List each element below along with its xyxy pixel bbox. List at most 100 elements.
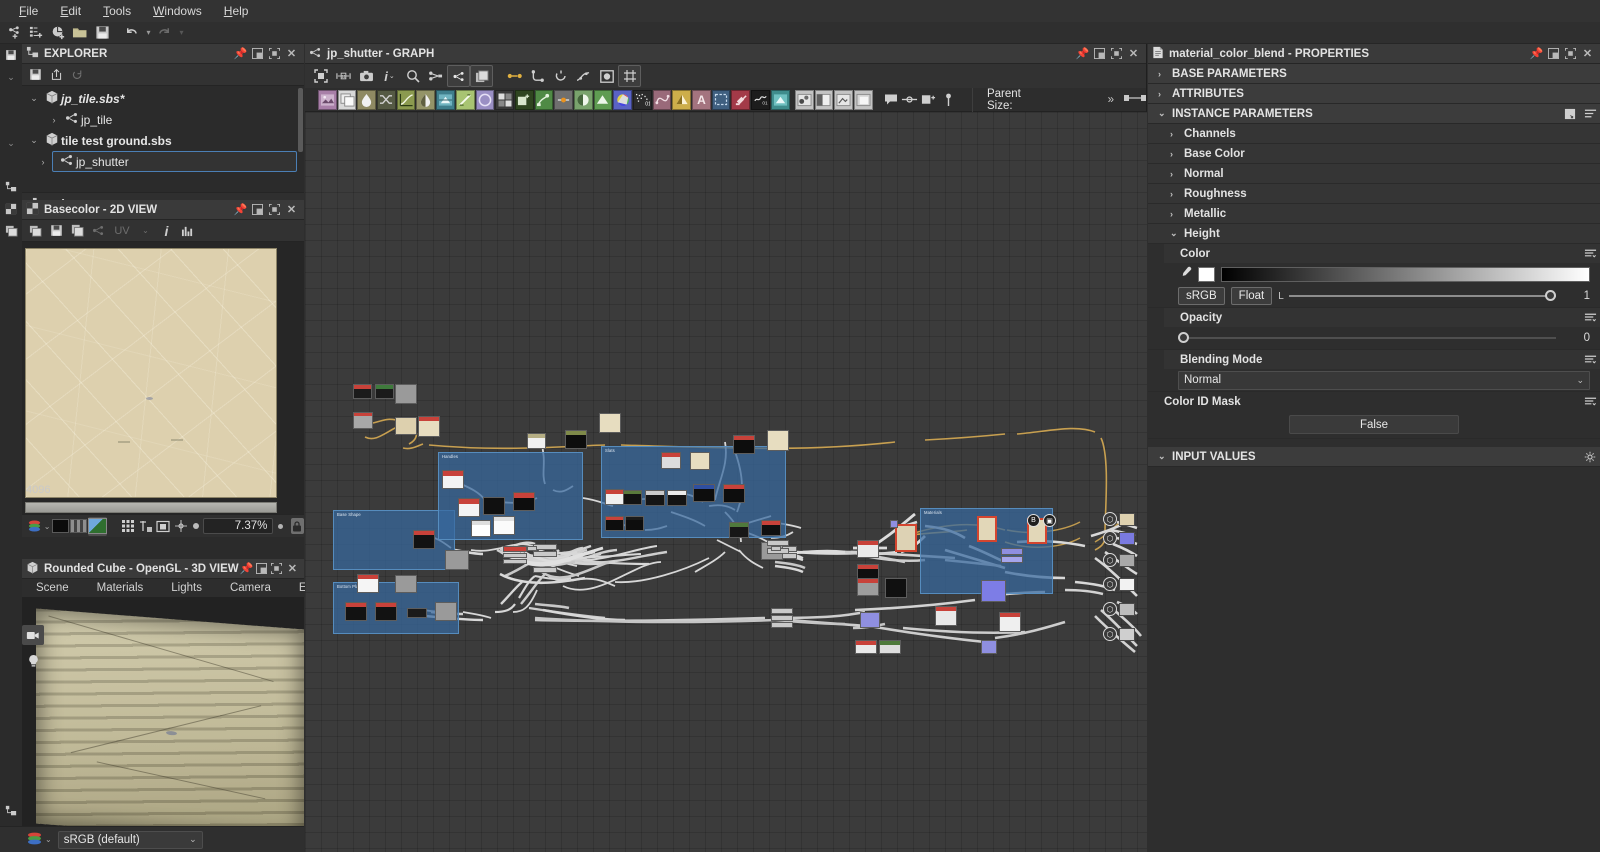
tab-lights[interactable]: Lights [157, 582, 216, 594]
group-roughness[interactable]: › Roughness [1148, 184, 1600, 204]
graph-node[interactable] [483, 497, 505, 515]
rgb-preview-icon[interactable] [88, 517, 107, 536]
maximize-icon[interactable] [266, 46, 283, 62]
color-layers-icon[interactable] [26, 831, 43, 849]
pin-icon[interactable]: 📌 [239, 561, 254, 577]
node-badge-left[interactable]: B [1027, 514, 1040, 527]
luminance-value[interactable]: 1 [1562, 290, 1590, 302]
graph-node[interactable] [605, 516, 624, 531]
copy-view-icon[interactable] [25, 221, 46, 241]
node-badge-right[interactable]: ▣ [1043, 514, 1056, 527]
tile-node-icon[interactable] [495, 90, 514, 110]
graph-node[interactable] [353, 384, 372, 399]
blend-node-icon[interactable] [357, 90, 376, 110]
maximize-icon[interactable] [1108, 46, 1125, 62]
link-graph-icon[interactable] [88, 221, 109, 241]
black-swatch-icon[interactable] [52, 517, 69, 536]
gradient-node-icon[interactable] [456, 90, 475, 110]
preview-icon[interactable] [595, 65, 618, 87]
warp-node-icon[interactable] [554, 90, 573, 110]
graph-node[interactable] [345, 602, 367, 621]
color-gradient-bar[interactable] [1221, 267, 1590, 282]
parent-size-chevron[interactable]: » [1108, 94, 1114, 106]
colorspace-dropdown-icon[interactable]: ⌄ [43, 517, 50, 536]
gear-icon[interactable] [1580, 449, 1600, 465]
duplicate-view-icon[interactable] [0, 220, 22, 242]
graph-node[interactable] [1001, 556, 1023, 563]
graph-node[interactable] [857, 578, 879, 596]
graph-node[interactable] [435, 602, 457, 621]
tree-item-tile-test-ground-sbs[interactable]: ⌄ tile test ground.sbs [22, 130, 304, 151]
view-3d-viewport[interactable] [22, 597, 304, 849]
close-icon[interactable]: ✕ [1125, 46, 1142, 62]
graph-node[interactable] [533, 551, 557, 557]
hierarchy-icon[interactable] [0, 176, 22, 198]
graph-node[interactable] [375, 384, 394, 399]
section-input-values[interactable]: ⌄ INPUT VALUES [1148, 447, 1600, 467]
graph-node[interactable] [885, 578, 907, 598]
close-icon[interactable]: ✕ [1579, 46, 1596, 62]
output-a-icon[interactable] [771, 90, 790, 110]
blending-options-icon[interactable] [1580, 352, 1600, 368]
reroute-icon[interactable] [526, 65, 549, 87]
graph-node[interactable] [442, 470, 464, 489]
output-c-icon[interactable] [815, 90, 834, 110]
graph-node-selected[interactable] [895, 524, 917, 552]
graph-node[interactable] [733, 435, 755, 454]
chevron-down-icon[interactable]: ⌄ [26, 135, 42, 146]
graph-node[interactable] [353, 412, 373, 429]
view-2d-canvas[interactable]: 4096 [22, 242, 304, 514]
pin-icon[interactable]: 📌 [232, 46, 249, 62]
graph-node[interactable] [723, 484, 745, 503]
noise-node-icon[interactable]: 01 [633, 90, 652, 110]
redo-dropdown-icon[interactable]: ▾ [176, 28, 187, 37]
chevron-right-icon[interactable]: › [46, 115, 62, 125]
graph-node[interactable] [503, 559, 527, 564]
strip-chevron-2-icon[interactable]: ⌄ [0, 132, 22, 154]
menu-file[interactable]: File [8, 1, 49, 21]
fit-icon[interactable] [155, 517, 171, 536]
graph-node[interactable] [407, 608, 427, 618]
graph-node[interactable] [623, 490, 642, 505]
slider-knob[interactable] [1545, 290, 1556, 301]
graph-canvas[interactable]: Base Shape Bottom Plate Handles Slats Ma… [305, 112, 1147, 852]
redo-icon[interactable] [154, 23, 174, 43]
group-base-color[interactable]: › Base Color [1148, 144, 1600, 164]
tree-item-jp-tile-sbs[interactable]: ⌄ jp_tile.sbs* [22, 88, 304, 109]
text-node-icon[interactable] [653, 90, 672, 110]
graph-node[interactable] [857, 540, 879, 558]
graph-node[interactable] [890, 520, 898, 528]
graph-node[interactable] [1001, 548, 1023, 555]
menu-edit[interactable]: Edit [49, 1, 92, 21]
graph-node[interactable] [645, 490, 665, 506]
section-attributes[interactable]: › ATTRIBUTES [1148, 84, 1600, 104]
tree-item-jp-shutter[interactable]: › jp_shutter [52, 151, 297, 172]
pin-icon[interactable]: 📌 [1074, 46, 1091, 62]
graph-node[interactable] [771, 622, 793, 628]
chevron-down-icon[interactable]: ⌄ [26, 93, 42, 104]
menu-help[interactable]: Help [213, 1, 260, 21]
transform-node-icon[interactable] [436, 90, 455, 110]
instance-presets-icon[interactable] [1560, 106, 1580, 122]
graph-node[interactable] [533, 567, 557, 573]
graph-node[interactable] [693, 484, 715, 502]
output-node[interactable]: ⬡ [1103, 553, 1135, 567]
color-id-options-icon[interactable] [1580, 394, 1600, 410]
graph-node[interactable] [527, 433, 546, 449]
save-icon[interactable] [92, 23, 112, 43]
restore-icon[interactable] [1545, 46, 1562, 62]
restore-icon[interactable] [249, 202, 266, 218]
srgb-button[interactable]: sRGB [1178, 287, 1225, 305]
info-icon[interactable]: i [156, 221, 177, 241]
graph-node[interactable] [981, 580, 1006, 602]
cycle-icon[interactable] [549, 65, 572, 87]
group-metallic[interactable]: › Metallic [1148, 204, 1600, 224]
graph-node[interactable] [667, 490, 687, 506]
pattern-node-icon[interactable] [731, 90, 750, 110]
size-link-icon[interactable] [1124, 93, 1146, 106]
output-d-icon[interactable] [834, 90, 853, 110]
graph-node[interactable] [458, 498, 480, 517]
emboss-node-icon[interactable] [515, 90, 534, 110]
save-package-icon[interactable] [0, 44, 22, 66]
connect-icon[interactable] [503, 65, 526, 87]
